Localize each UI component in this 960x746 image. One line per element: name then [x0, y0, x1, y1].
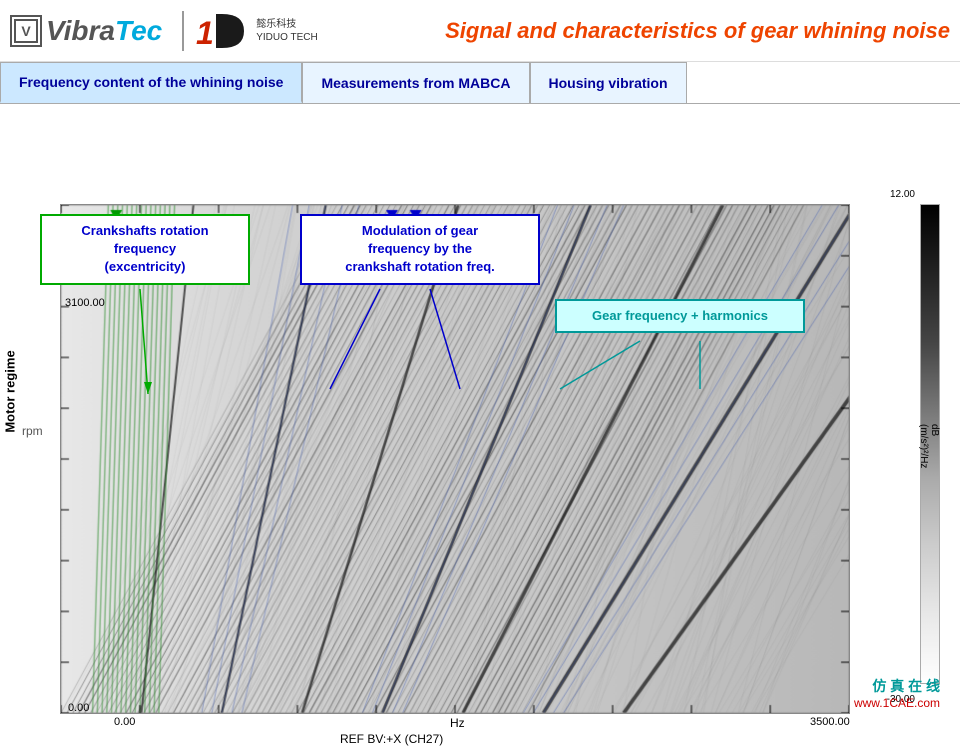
svg-text:V: V — [21, 23, 31, 39]
x-tick-right: 3500.00 — [810, 716, 850, 728]
logo-tec-text: Tec — [115, 15, 162, 47]
annotation-modulation: Modulation of gearfrequency by thecranks… — [300, 214, 540, 285]
colorbar-title: dB(m/s²)²/Hz — [918, 424, 940, 468]
tab-housing-vibration[interactable]: Housing vibration — [530, 62, 687, 103]
page-title: Signal and characteristics of gear whini… — [445, 18, 950, 44]
logo-separator — [182, 11, 184, 51]
x-ref-label: REF BV:+X (CH27) — [340, 732, 443, 746]
watermark-url: www.1CAE.com — [854, 696, 940, 710]
main-content: Crankshafts rotationfrequency(excentrici… — [0, 104, 960, 720]
annotation-gear-freq: Gear frequency + harmonics — [555, 299, 805, 333]
tab-frequency-content[interactable]: Frequency content of the whining noise — [0, 62, 302, 103]
y-axis-title: Motor regime — [3, 317, 18, 467]
rpm-label: rpm — [22, 424, 43, 438]
colorbar: 12.00 -30.00 dB(m/s²)²/Hz — [920, 204, 940, 714]
logo-chinese-text: 懿乐科技 YIDUO TECH — [256, 18, 318, 44]
logo-box-icon: V — [10, 15, 42, 47]
x-tick-left: 0.00 — [114, 716, 135, 728]
watermark: 仿 真 在 线 www.1CAE.com — [854, 676, 940, 710]
tabs-bar: Frequency content of the whining noise M… — [0, 62, 960, 104]
colorbar-top-label: 12.00 — [890, 189, 915, 200]
tab-measurements-mabca[interactable]: Measurements from MABCA — [302, 62, 529, 103]
header: V VibraTec 1 懿乐科技 YIDUO TECH Signal and … — [0, 0, 960, 62]
x-unit-label: Hz — [450, 716, 465, 730]
y-tick-top: 3100.00 — [65, 297, 105, 309]
logo-vibra-text: Vibra — [46, 15, 115, 47]
annotation-crankshaft: Crankshafts rotationfrequency(excentrici… — [40, 214, 250, 285]
y-tick-bottom: 0.00 — [68, 702, 89, 714]
svg-text:1: 1 — [196, 15, 214, 51]
vibratec-logo: V VibraTec — [10, 15, 162, 47]
logo-1d: 1 — [194, 8, 250, 54]
watermark-chinese: 仿 真 在 线 — [854, 676, 940, 696]
